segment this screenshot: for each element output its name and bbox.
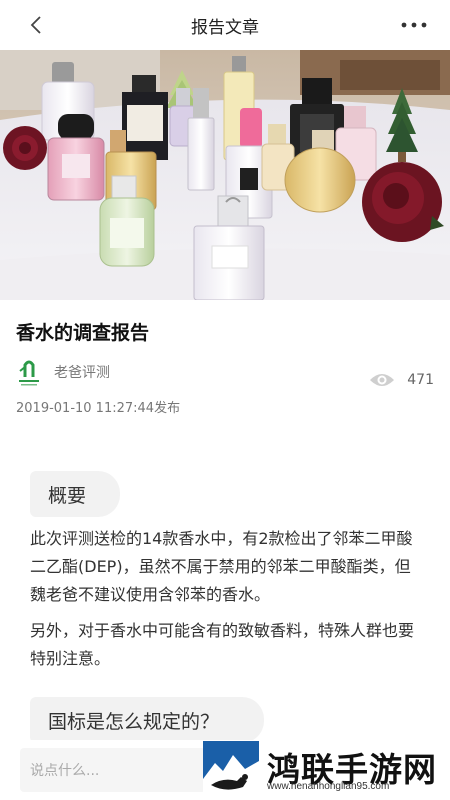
author-info[interactable]: 老爸评测 [16,356,110,388]
page-title: 报告文章 [191,17,259,38]
author-logo-icon [16,357,42,387]
watermark-url: www.henanhonglian95.com [267,781,390,792]
eye-icon [370,374,395,386]
top-nav-bar: 报告文章 [0,0,450,50]
section-heading-summary: 概要 [30,471,120,517]
view-count-value: 471 [407,372,434,388]
watermark: 鸿联手游网 www.henanhonglian95.com [203,741,450,800]
summary-paragraph-1: 此次评测送检的14款香水中，有2款检出了邻苯二甲酸二乙酯(DEP)，虽然不属于禁… [30,529,413,604]
publish-date: 2019-01-10 11:27:44发布 [16,401,181,416]
section-heading-standards: 国标是怎么规定的？ [30,697,264,743]
view-count: 471 [369,372,434,388]
perfume-hero-image [0,50,450,300]
comment-input[interactable]: 说点什么... [20,748,206,792]
more-options-icon[interactable] [400,14,428,36]
article-title: 香水的调查报告 [16,322,150,344]
watermark-logo-icon [203,741,259,797]
summary-paragraph-2: 另外，对于香水中可能含有的致敏香料，特殊人群也要特别注意。 [30,621,415,668]
back-arrow-icon[interactable] [26,13,48,37]
author-name: 老爸评测 [54,365,110,381]
